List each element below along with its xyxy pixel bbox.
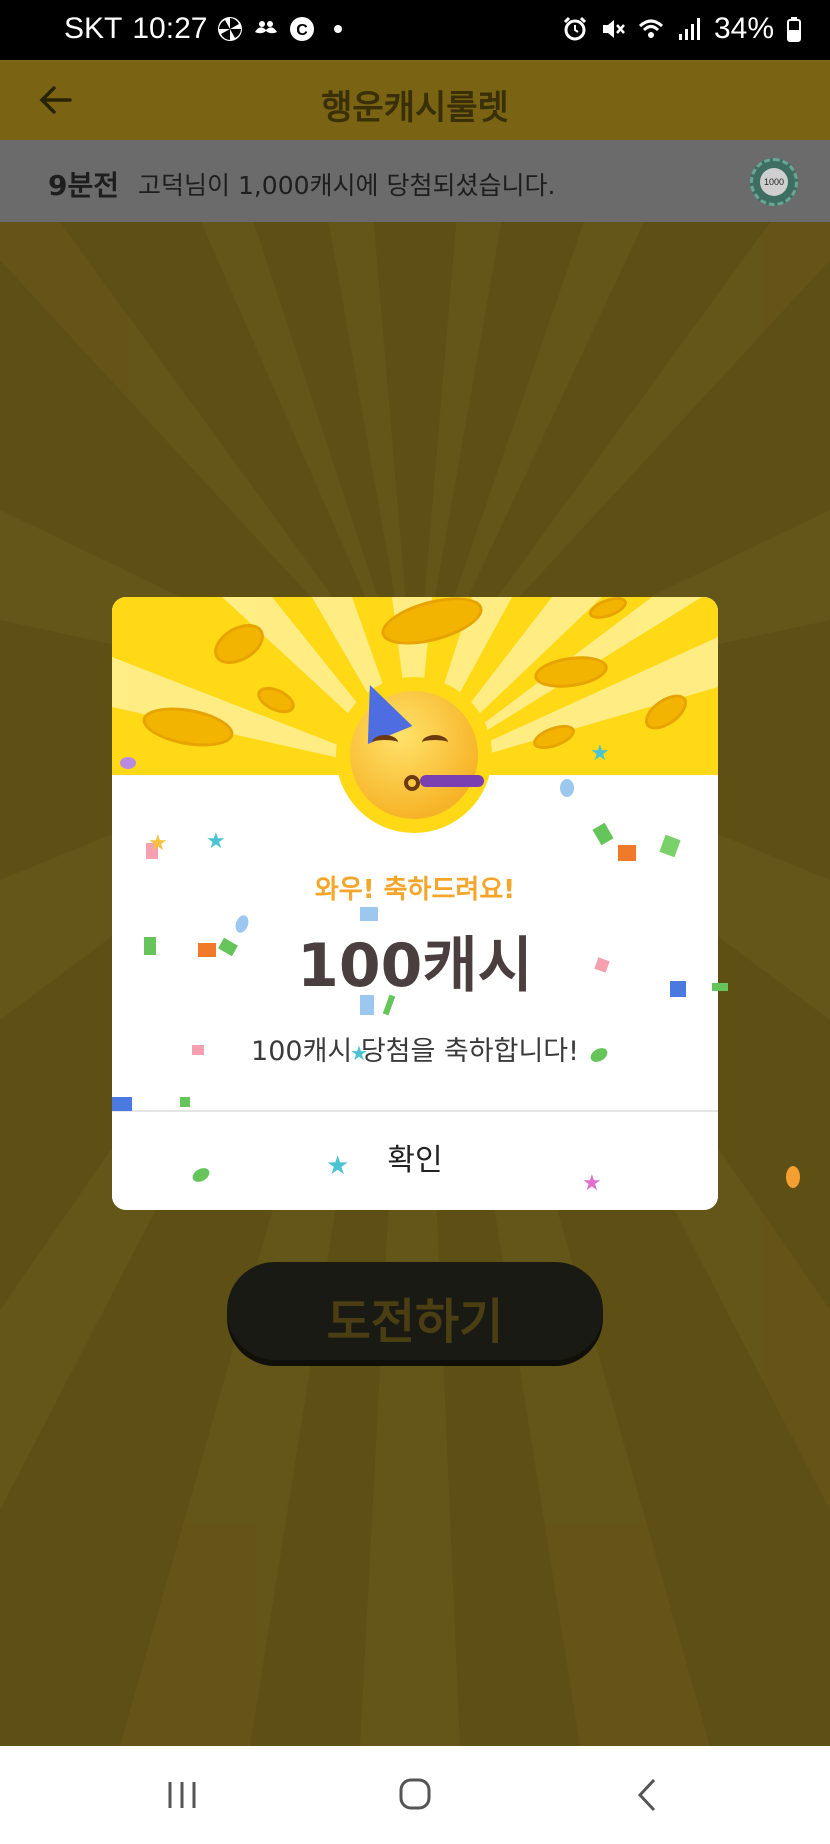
wifi-icon bbox=[638, 19, 663, 38]
confetti-piece bbox=[618, 845, 636, 861]
confetti-piece bbox=[670, 981, 686, 997]
battery-percent: 34% bbox=[713, 12, 774, 45]
challenge-button-label: 도전하기 bbox=[326, 1294, 504, 1350]
confetti-piece bbox=[659, 834, 681, 858]
confetti-piece bbox=[360, 907, 378, 921]
kissing-mouth bbox=[404, 775, 420, 791]
back-icon[interactable] bbox=[618, 1768, 678, 1822]
star-icon: ★ bbox=[350, 1041, 368, 1065]
star-icon: ★ bbox=[582, 1171, 602, 1196]
carrier-label: SKT bbox=[64, 12, 123, 45]
emoji-badge bbox=[336, 675, 492, 833]
svg-text:C: C bbox=[297, 22, 309, 39]
party-face-icon bbox=[347, 675, 484, 819]
confetti-piece bbox=[592, 822, 614, 846]
star-icon: ★ bbox=[148, 831, 168, 856]
challenge-button[interactable]: 도전하기 bbox=[227, 1262, 603, 1360]
confetti-piece bbox=[112, 1097, 132, 1111]
chip-label: 1000 bbox=[760, 168, 788, 196]
star-icon: ★ bbox=[326, 1151, 350, 1181]
confetti-piece bbox=[192, 1045, 204, 1055]
cash-chip-icon: 1000 bbox=[750, 158, 798, 206]
win-dialog: 와우! 축하드려요! 100캐시 100캐시 당첨을 축하합니다! 확인 ★ ★… bbox=[112, 597, 718, 1210]
mute-icon bbox=[602, 20, 625, 38]
status-bar: SKT 10:27 C 34% bbox=[0, 0, 830, 60]
confetti-piece bbox=[198, 943, 216, 957]
recent-apps-icon[interactable] bbox=[152, 1768, 212, 1822]
confetti-piece bbox=[180, 1097, 190, 1107]
mustache-icon bbox=[255, 21, 278, 34]
confetti-piece bbox=[712, 983, 728, 991]
signal-icon bbox=[678, 18, 700, 40]
confetti-piece bbox=[144, 937, 156, 955]
winner-ticker: 9분전 고덕님이 1,000캐시에 당첨되셨습니다. bbox=[0, 140, 830, 222]
ticker-message: 고덕님이 1,000캐시에 당첨되셨습니다. bbox=[138, 171, 556, 200]
c-app-icon: C bbox=[290, 17, 315, 41]
alarm-icon bbox=[563, 16, 587, 41]
clock: 10:27 bbox=[132, 12, 208, 45]
confirm-button[interactable]: 확인 bbox=[112, 1112, 718, 1210]
star-icon: ★ bbox=[206, 829, 226, 854]
confetti-piece bbox=[786, 1166, 800, 1188]
ticker-time: 9분전 bbox=[48, 169, 120, 202]
system-nav-bar bbox=[0, 1746, 830, 1844]
app-bar: 행운캐시룰렛 bbox=[0, 60, 830, 140]
star-icon: ★ bbox=[590, 741, 610, 766]
pinwheel-icon bbox=[218, 17, 243, 41]
eye-left bbox=[372, 735, 398, 750]
prize-amount: 100캐시 bbox=[297, 931, 533, 1001]
confetti-piece bbox=[560, 779, 574, 797]
dot-icon bbox=[334, 25, 343, 33]
confetti-piece bbox=[360, 995, 374, 1015]
eye-right bbox=[422, 735, 448, 750]
page-title: 행운캐시룰렛 bbox=[321, 88, 509, 128]
confetti-piece bbox=[120, 757, 136, 769]
battery-icon bbox=[787, 17, 801, 42]
party-horn-icon bbox=[420, 775, 484, 787]
home-icon[interactable] bbox=[385, 1768, 445, 1822]
congrats-subtitle: 와우! 축하드려요! bbox=[314, 875, 516, 905]
